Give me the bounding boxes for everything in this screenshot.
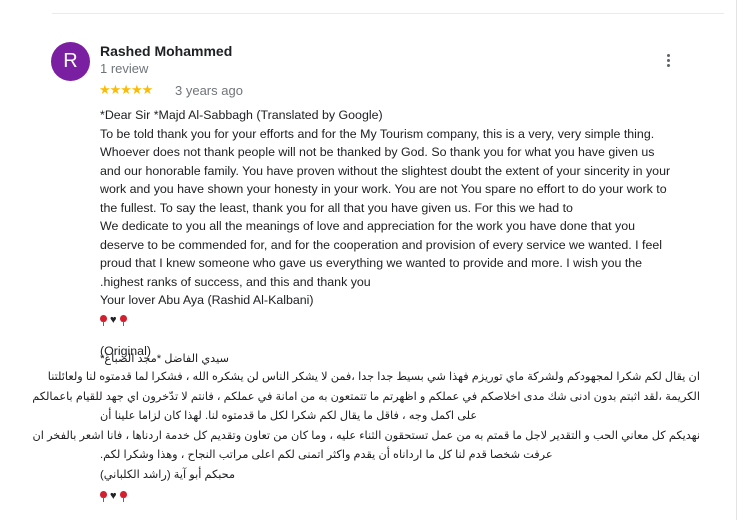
top-divider: [52, 13, 724, 14]
rose-icon: [119, 314, 127, 326]
review-line: *Dear Sir *Majd Al-Sabbagh (Translated b…: [100, 108, 383, 122]
black-heart-icon: ♥: [110, 489, 117, 502]
original-text: سيدي الفاضل *مجد الصباغ* ان يقال لكم شكر…: [32, 351, 740, 507]
emoji-row: ♥: [100, 310, 700, 331]
original-line: الكريمة ،لقد اثبتم بدون ادنى شك مدى اخلا…: [32, 390, 700, 403]
original-line: عرفت شخصا قدم لنا كل ما ارداناه أن يقدم …: [100, 449, 553, 462]
review-line: deserve to be commended for, and for the…: [100, 237, 663, 252]
review-line: work and you have shown your honesty in …: [100, 182, 667, 196]
review-count: 1 review: [100, 61, 149, 76]
review-line: and our honorable family. You have prove…: [100, 163, 671, 178]
review-date: 3 years ago: [175, 83, 243, 98]
black-heart-icon: ♥: [110, 313, 117, 326]
original-line: ان يقال لكم شكرا لمجهودكم ولشركة ماي تور…: [47, 371, 700, 383]
reviewer-name[interactable]: Rashed Mohammed: [100, 43, 232, 59]
rose-icon: [100, 490, 107, 502]
review-line: To be told thank you for your efforts an…: [100, 126, 655, 141]
original-line: على اكمل وجه ، فاقل ما يقال لكم شكرا لكل…: [100, 410, 478, 423]
review-line: We dedicate to you all the meanings of l…: [100, 219, 635, 233]
original-line: محبكم أبو آية (راشد الكلباني): [100, 468, 236, 481]
review-line: Whoever does not thank people will not b…: [100, 145, 655, 159]
review-signature: Your lover Abu Aya (Rashid Al-Kalbani): [100, 293, 314, 307]
review-text: *Dear Sir *Majd Al-Sabbagh (Translated b…: [100, 106, 700, 360]
rose-icon: [100, 314, 107, 326]
rose-icon: [119, 490, 127, 502]
original-line: سيدي الفاضل *مجد الصباغ*: [100, 353, 229, 365]
original-line: نهديكم كل معاني الحب و التقدير لاجل ما ق…: [32, 429, 701, 442]
avatar[interactable]: R: [51, 42, 90, 81]
star-rating: ★★★★★: [99, 82, 153, 97]
review-line: .highest ranks of success, and this and …: [100, 274, 371, 289]
more-options-icon[interactable]: [656, 48, 680, 72]
emoji-row: ♥: [100, 486, 740, 507]
review-line: proud that I knew someone who gave us ev…: [100, 256, 643, 270]
review-line: the fullest. To say the least, thank you…: [100, 200, 573, 215]
